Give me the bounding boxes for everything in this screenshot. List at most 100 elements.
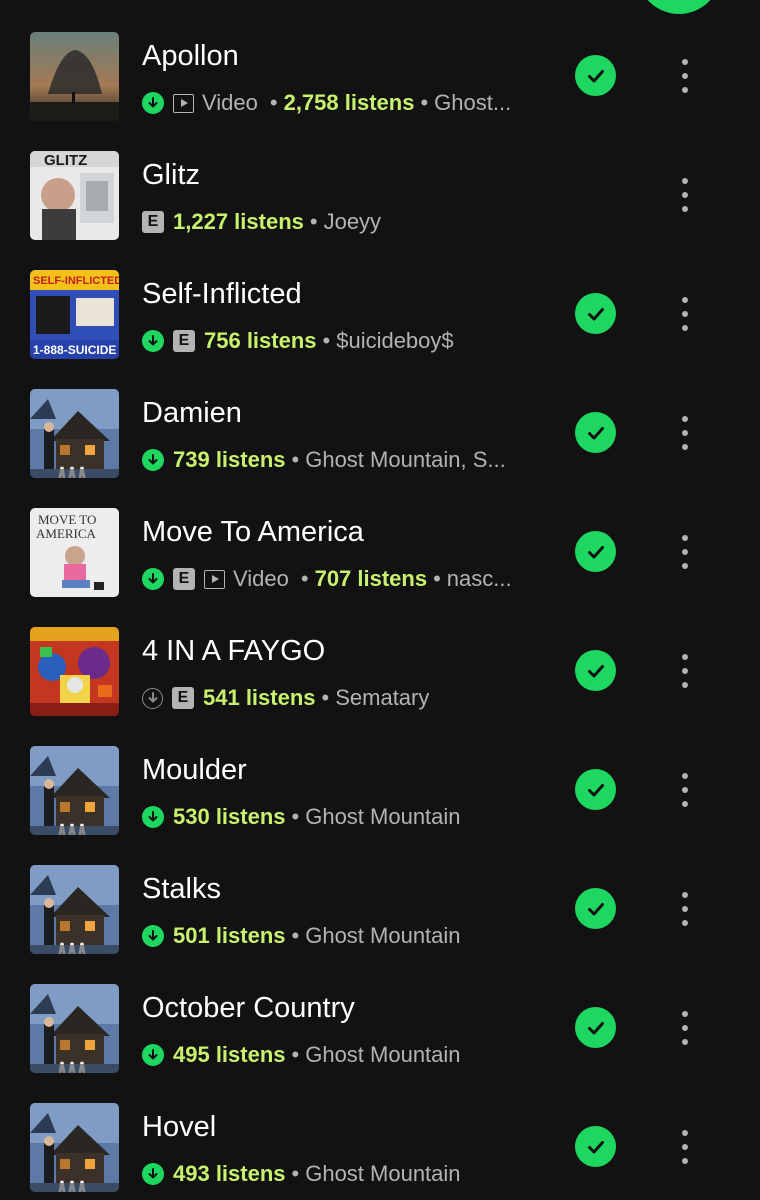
more-options-icon[interactable] xyxy=(670,1008,700,1048)
downloaded-icon xyxy=(142,330,164,352)
saved-check-icon[interactable] xyxy=(575,55,616,96)
album-art xyxy=(30,389,119,478)
artist-name[interactable]: Joeyy xyxy=(324,209,381,235)
more-options-icon[interactable] xyxy=(670,889,700,929)
listen-count: 495 listens xyxy=(173,1042,286,1067)
svg-text:1-888-SUICIDE: 1-888-SUICIDE xyxy=(33,343,116,357)
svg-text:GLITZ: GLITZ xyxy=(44,152,87,169)
track-meta: E 541 listens • Sematary xyxy=(142,681,532,715)
artist-name[interactable]: Sematary xyxy=(335,685,429,711)
track-title: October Country xyxy=(142,992,355,1024)
track-row[interactable]: 4 IN A FAYGO E 541 listens • Sematary xyxy=(0,595,760,716)
track-title: Moulder xyxy=(142,754,247,786)
track-row[interactable]: Moulder 530 listens • Ghost Mountain xyxy=(0,714,760,835)
track-row[interactable]: October Country 495 listens • Ghost Mounta… xyxy=(0,952,760,1073)
album-art xyxy=(30,865,119,954)
more-options-icon[interactable] xyxy=(670,1127,700,1167)
artist-name[interactable]: Ghost Mountain xyxy=(305,1161,460,1187)
artist-name[interactable]: $uicideboy$ xyxy=(336,328,453,354)
album-art xyxy=(30,1103,119,1192)
album-art xyxy=(30,984,119,1073)
artist-name[interactable]: Ghost Mountain xyxy=(305,804,460,830)
listen-count: 530 listens xyxy=(173,804,286,829)
listen-count: 756 listens xyxy=(204,328,317,353)
saved-check-icon[interactable] xyxy=(575,412,616,453)
video-label: Video xyxy=(233,566,289,591)
track-title: Apollon xyxy=(142,40,239,72)
album-art xyxy=(30,32,119,121)
track-row[interactable]: GLITZ Glitz E 1,227 listens • Joeyy xyxy=(0,119,760,240)
saved-check-icon[interactable] xyxy=(575,650,616,691)
saved-check-icon[interactable] xyxy=(575,888,616,929)
listen-count: 1,227 listens xyxy=(173,209,304,234)
track-meta: 530 listens • Ghost Mountain xyxy=(142,800,532,834)
download-icon xyxy=(142,687,163,709)
more-options-icon[interactable] xyxy=(670,651,700,691)
track-meta: 493 listens • Ghost Mountain xyxy=(142,1157,532,1191)
track-meta: Video • 2,758 listens • Ghost... xyxy=(142,86,532,120)
track-title: Move To America xyxy=(142,516,364,548)
video-icon xyxy=(173,93,194,113)
listen-count: 707 listens xyxy=(314,566,428,591)
svg-text:SELF-INFLICTED: SELF-INFLICTED xyxy=(33,275,119,287)
track-meta: 501 listens • Ghost Mountain xyxy=(142,919,532,953)
more-options-icon[interactable] xyxy=(670,413,700,453)
svg-text:MOVE TO: MOVE TO xyxy=(38,512,96,527)
listen-count: 501 listens xyxy=(173,923,286,948)
more-options-icon[interactable] xyxy=(670,294,700,334)
track-row[interactable]: SELF-INFLICTED 1-888-SUICIDE Self-Inflict… xyxy=(0,238,760,359)
downloaded-icon xyxy=(142,449,164,471)
saved-check-icon[interactable] xyxy=(575,293,616,334)
track-title: Damien xyxy=(142,397,242,429)
more-options-icon[interactable] xyxy=(670,56,700,96)
downloaded-icon xyxy=(142,806,164,828)
downloaded-icon xyxy=(142,1163,164,1185)
artist-name[interactable]: Ghost Mountain, S... xyxy=(305,447,506,473)
explicit-badge: E xyxy=(142,211,164,233)
album-art xyxy=(30,627,119,716)
listen-count: 739 listens xyxy=(173,447,286,472)
listen-count: 2,758 listens xyxy=(283,90,415,115)
track-row[interactable]: MOVE TO AMERICA Move To America E Video • 70… xyxy=(0,476,760,597)
more-options-icon[interactable] xyxy=(670,175,700,215)
explicit-badge: E xyxy=(172,687,194,709)
listen-count: 493 listens xyxy=(173,1161,286,1186)
track-row[interactable]: Apollon Video • 2,758 listens • Ghost... xyxy=(0,0,760,121)
artist-name[interactable]: Ghost... xyxy=(434,90,511,116)
svg-text:AMERICA: AMERICA xyxy=(36,526,97,541)
track-row[interactable]: Hovel 493 listens • Ghost Mountain xyxy=(0,1071,760,1192)
track-meta: E 756 listens • $uicideboy$ xyxy=(142,324,532,358)
downloaded-icon xyxy=(142,92,164,114)
video-icon xyxy=(204,569,225,589)
downloaded-icon xyxy=(142,1044,164,1066)
downloaded-icon xyxy=(142,568,164,590)
track-title: Stalks xyxy=(142,873,221,905)
more-options-icon[interactable] xyxy=(670,770,700,810)
artist-name[interactable]: nasc... xyxy=(447,566,512,592)
track-row[interactable]: Stalks 501 listens • Ghost Mountain xyxy=(0,833,760,954)
saved-check-icon[interactable] xyxy=(575,1007,616,1048)
explicit-badge: E xyxy=(173,568,195,590)
explicit-badge: E xyxy=(173,330,195,352)
video-label: Video xyxy=(202,90,258,115)
track-meta: E Video • 707 listens • nasc... xyxy=(142,562,532,596)
album-art: MOVE TO AMERICA xyxy=(30,508,119,597)
track-title: 4 IN A FAYGO xyxy=(142,635,326,667)
album-art xyxy=(30,746,119,835)
album-art: GLITZ xyxy=(30,151,119,240)
artist-name[interactable]: Ghost Mountain xyxy=(305,923,460,949)
downloaded-icon xyxy=(142,925,164,947)
track-title: Glitz xyxy=(142,159,200,191)
track-row[interactable]: Damien 739 listens • Ghost Mountain, S... xyxy=(0,357,760,478)
saved-check-icon[interactable] xyxy=(575,1126,616,1167)
saved-check-icon[interactable] xyxy=(575,769,616,810)
saved-check-icon[interactable] xyxy=(575,531,616,572)
listen-count: 541 listens xyxy=(203,685,316,710)
track-meta: 495 listens • Ghost Mountain xyxy=(142,1038,532,1072)
track-title: Hovel xyxy=(142,1111,217,1143)
track-title: Self-Inflicted xyxy=(142,278,302,310)
album-art: SELF-INFLICTED 1-888-SUICIDE xyxy=(30,270,119,359)
track-meta: 739 listens • Ghost Mountain, S... xyxy=(142,443,532,477)
more-options-icon[interactable] xyxy=(670,532,700,572)
artist-name[interactable]: Ghost Mountain xyxy=(305,1042,460,1068)
